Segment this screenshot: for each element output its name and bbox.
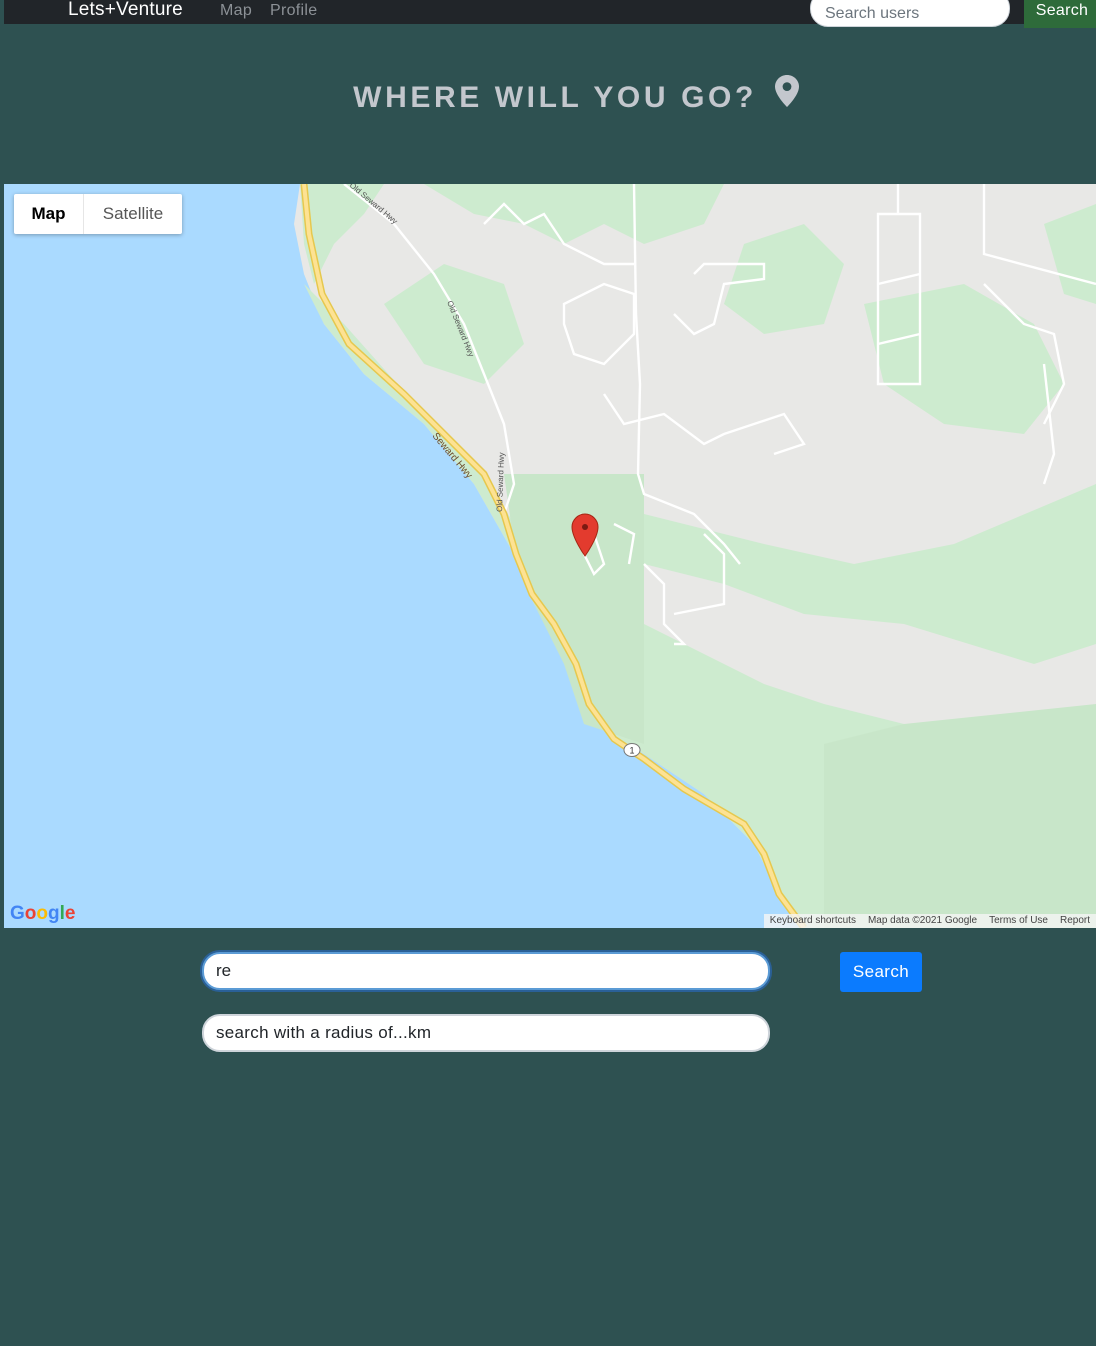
- google-logo[interactable]: Google: [10, 903, 75, 925]
- map-pin-icon: [774, 74, 799, 118]
- page-headline: WHERE WILL YOU GO?: [0, 74, 1096, 118]
- radius-input[interactable]: [202, 1014, 770, 1052]
- user-search-input[interactable]: [810, 0, 1010, 27]
- nav-link-map[interactable]: Map: [220, 1, 252, 21]
- nav-link-profile[interactable]: Profile: [270, 1, 317, 21]
- map-canvas[interactable]: Seward Hwy Old Seward Hwy Old Seward Hwy…: [4, 184, 1096, 928]
- place-search-button[interactable]: Search: [840, 952, 922, 992]
- keyboard-shortcuts-link[interactable]: Keyboard shortcuts: [764, 914, 862, 928]
- map-data-text: Map data ©2021 Google: [867, 915, 978, 926]
- park-area: [824, 704, 1096, 928]
- brand-logo[interactable]: Lets+Venture: [68, 0, 183, 21]
- map-view[interactable]: Seward Hwy Old Seward Hwy Old Seward Hwy…: [4, 184, 1096, 928]
- route-shield-label: 1: [629, 746, 634, 756]
- map-type-map-button[interactable]: Map: [14, 194, 84, 234]
- route-shield-icon: 1: [623, 743, 641, 757]
- map-type-satellite-button[interactable]: Satellite: [84, 194, 182, 234]
- map-type-control: Map Satellite: [14, 194, 182, 234]
- terms-of-use-link[interactable]: Terms of Use: [983, 914, 1054, 928]
- park-area: [504, 474, 644, 744]
- map-attribution: Keyboard shortcuts Map data ©2021 Google…: [763, 914, 1096, 928]
- place-search-input[interactable]: [202, 952, 770, 990]
- report-link[interactable]: Report: [1054, 914, 1096, 928]
- user-search-button[interactable]: Search: [1024, 0, 1096, 28]
- navbar: Lets+Venture Map Profile Search: [4, 0, 1096, 28]
- headline-text: WHERE WILL YOU GO?: [353, 81, 757, 114]
